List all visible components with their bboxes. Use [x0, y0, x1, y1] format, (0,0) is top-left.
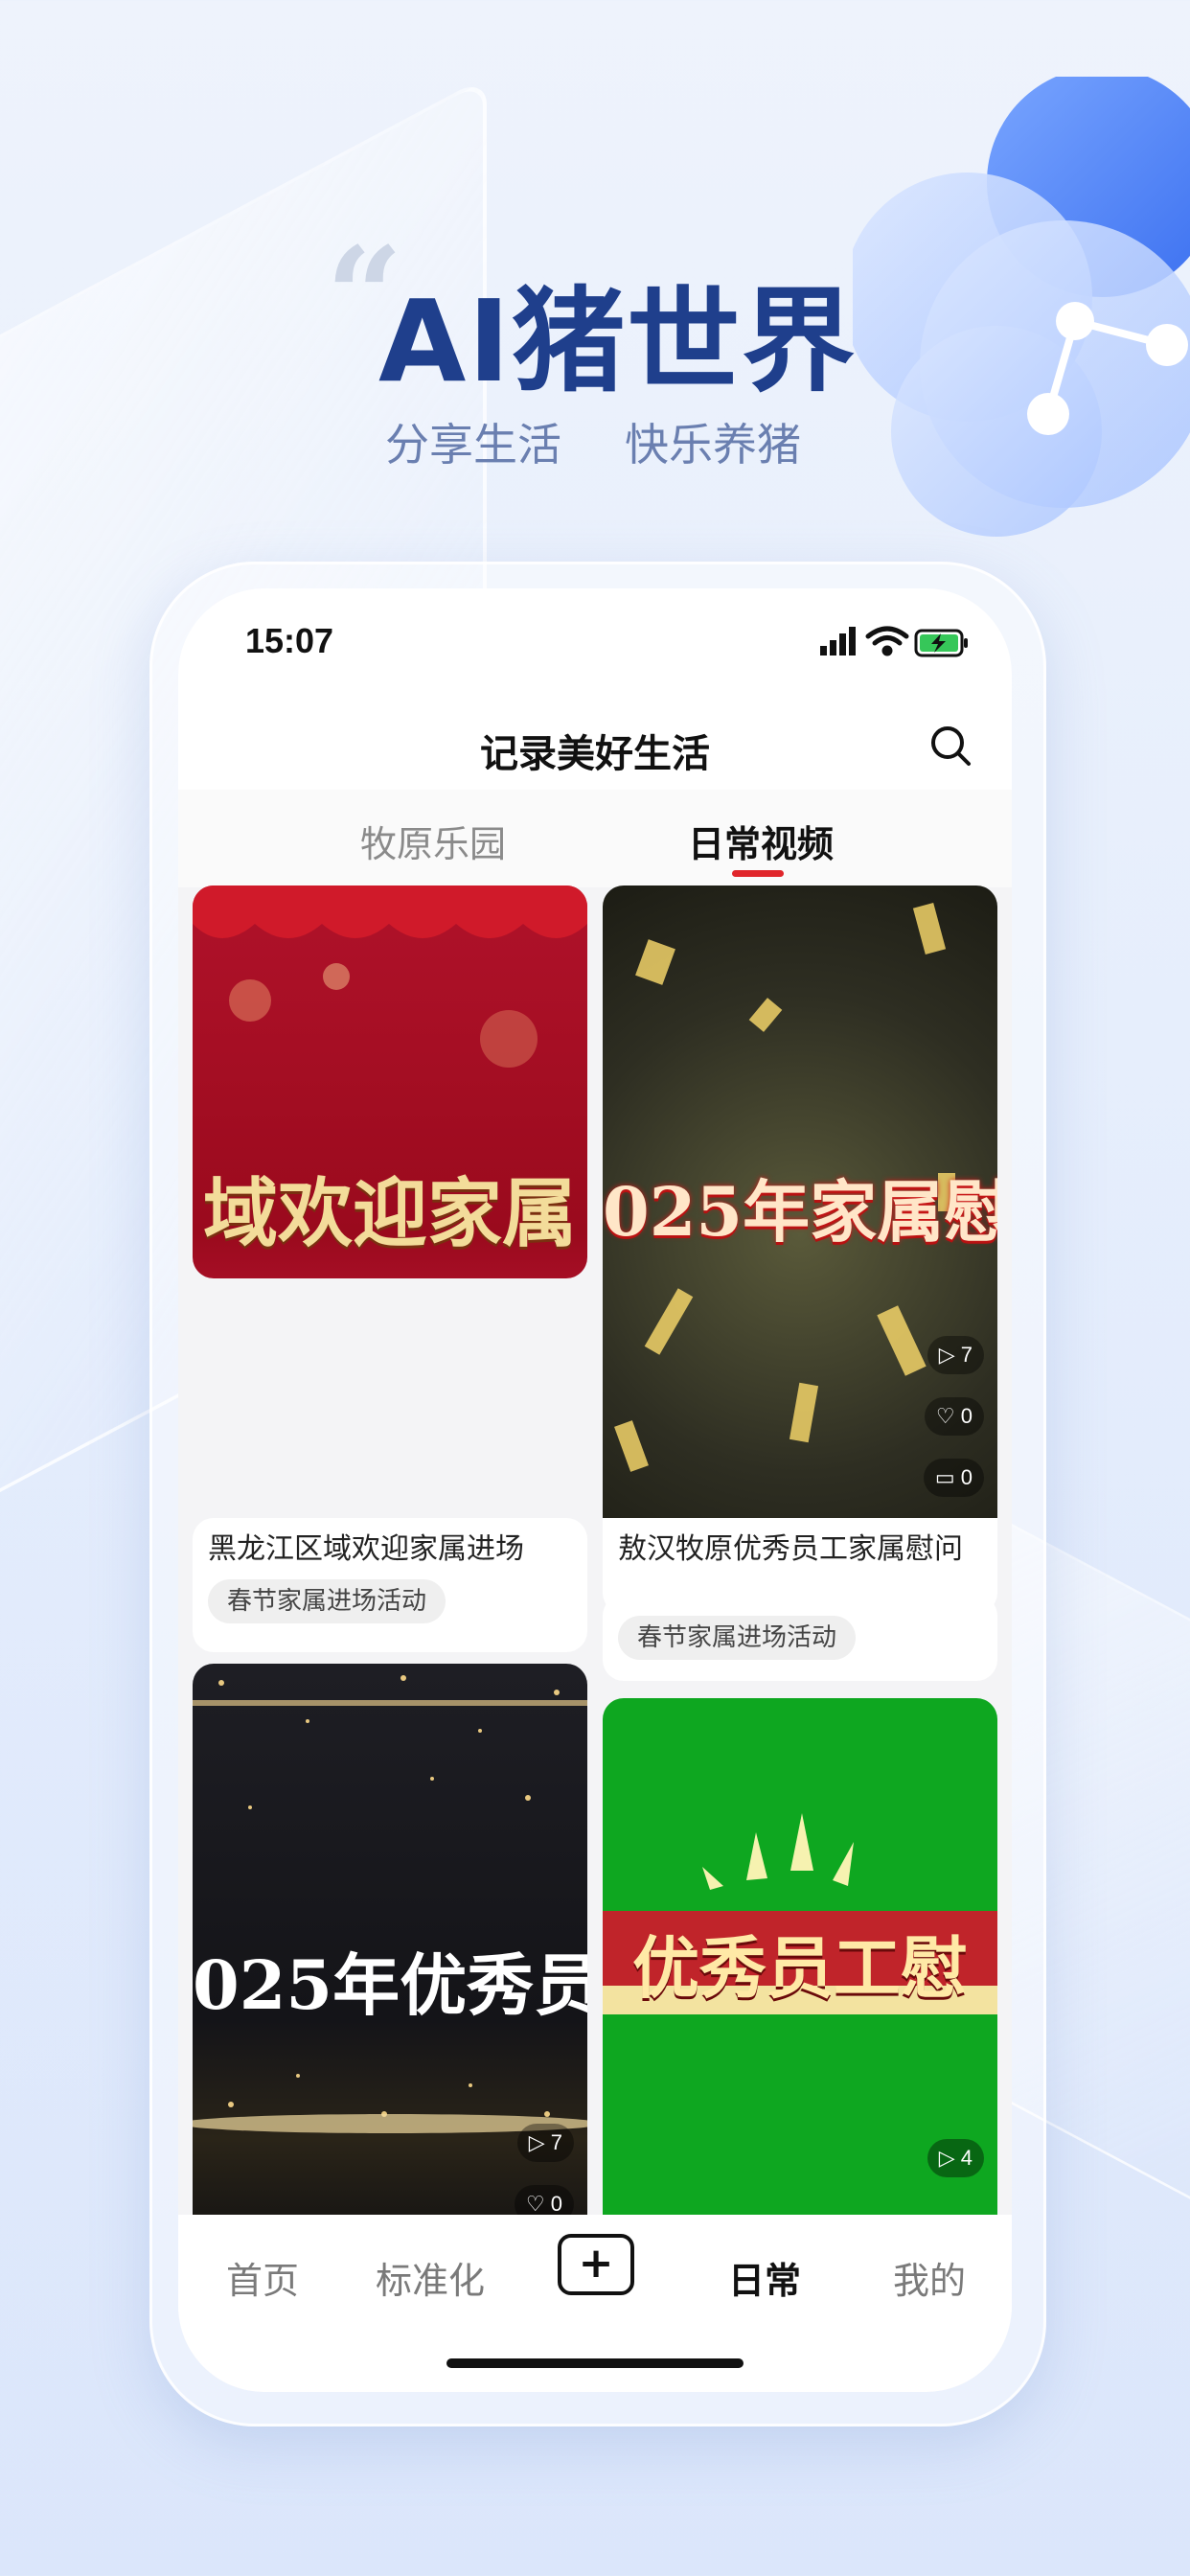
search-icon[interactable]: [927, 723, 973, 769]
video-thumbnail[interactable]: 025年家属慰 ▷ 7 ♡ 0 ▭ 0: [603, 886, 997, 1518]
nav-daily[interactable]: 日常: [728, 2251, 801, 2304]
play-count: ▷ 4: [927, 2139, 984, 2177]
play-icon: ▷: [938, 2146, 955, 2170]
comment-count: ▭ 0: [923, 1459, 984, 1497]
play-count-value: 7: [960, 1343, 973, 1367]
video-card[interactable]: 域欢迎家属 ▷ 17 ♡ 0 ▭ 0: [193, 886, 587, 1278]
play-icon: ▷: [938, 1343, 955, 1367]
status-icons: [820, 626, 968, 657]
brand-title: AI猪世界: [378, 275, 858, 407]
heart-icon: ♡: [935, 1404, 955, 1428]
video-card-info: 春节家属进场活动: [603, 1595, 997, 1681]
heart-icon: ♡: [525, 2192, 545, 2216]
video-overlay-text: 025年家属慰: [603, 1172, 997, 1252]
cloud-share-icon: [853, 77, 1190, 537]
video-card[interactable]: 025年优秀员 ▷ 7 ♡ 0: [193, 1664, 587, 2258]
like-count-value: 0: [550, 2192, 562, 2216]
tab-muyuan-park[interactable]: 牧原乐园: [360, 815, 506, 867]
video-card[interactable]: 025年家属慰 ▷ 7 ♡ 0 ▭ 0 敖汉牧原优秀员工家属慰问 春节家属进场活…: [603, 886, 997, 1614]
signal-icon: [820, 627, 856, 656]
active-tab-indicator: [732, 870, 784, 877]
battery-icon: [914, 629, 968, 657]
phone-screen: 15:07 记录美好生活 牧原乐园 日常视频 域欢迎家属 黑龙江区域欢迎家属进场…: [178, 588, 1012, 2392]
tab-bar: 牧原乐园 日常视频: [178, 790, 1012, 887]
wifi-icon: [865, 626, 909, 656]
comment-count-value: 0: [960, 1465, 973, 1489]
bottom-nav: 首页 标准化 + 日常 我的: [178, 2215, 1012, 2392]
add-post-button[interactable]: +: [558, 2234, 634, 2295]
nav-standardization[interactable]: 标准化: [376, 2251, 485, 2304]
slogan-left: 分享生活: [385, 419, 561, 471]
video-overlay-text: 优秀员工慰: [632, 1928, 968, 2008]
play-count-value: 4: [960, 2146, 973, 2170]
video-overlay-text: 025年优秀员: [193, 1945, 587, 2025]
video-tag[interactable]: 春节家属进场活动: [208, 1579, 446, 1623]
like-count: ♡ 0: [924, 1397, 984, 1436]
play-count: ▷ 7: [516, 2124, 574, 2162]
title-bar: 记录美好生活: [178, 694, 1012, 799]
video-thumbnail[interactable]: 025年优秀员 ▷ 7 ♡ 0: [193, 1664, 587, 2258]
status-time: 15:07: [245, 621, 334, 660]
nav-home[interactable]: 首页: [226, 2251, 299, 2304]
video-overlay-text: 域欢迎家属: [202, 1170, 577, 1257]
play-count-value: 7: [550, 2130, 562, 2154]
video-card[interactable]: 优秀员工慰 ▷ 4: [603, 1698, 997, 2254]
video-tag[interactable]: 春节家属进场活动: [618, 1616, 857, 1660]
slogan-right: 快乐养猪: [625, 419, 801, 471]
page-title: 记录美好生活: [480, 732, 710, 776]
comment-icon: ▭: [934, 1465, 955, 1489]
like-count-value: 0: [960, 1404, 973, 1428]
video-thumbnail[interactable]: 域欢迎家属 ▷ 17 ♡ 0 ▭ 0: [193, 886, 587, 1278]
home-indicator[interactable]: [446, 2358, 744, 2368]
nav-mine[interactable]: 我的: [893, 2251, 966, 2304]
play-count: ▷ 7: [927, 1336, 984, 1374]
video-thumbnail[interactable]: 优秀员工慰 ▷ 4: [603, 1698, 997, 2254]
video-title: 敖汉牧原优秀员工家属慰问: [618, 1532, 963, 1566]
status-bar: 15:07: [178, 588, 1012, 694]
tab-daily-videos[interactable]: 日常视频: [688, 815, 834, 867]
video-card-info[interactable]: 黑龙江区域欢迎家属进场 春节家属进场活动: [193, 1518, 587, 1652]
play-icon: ▷: [528, 2130, 545, 2154]
video-title: 黑龙江区域欢迎家属进场: [208, 1532, 524, 1566]
